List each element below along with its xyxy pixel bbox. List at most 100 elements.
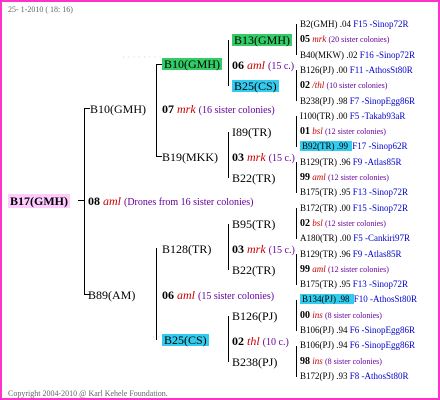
queen-i89[interactable]: I89(TR) [232,126,271,138]
queen-b25-cs[interactable]: B25(CS) [232,80,279,92]
ancestor-row[interactable]: B2(GMH) .04 F15 -Sinop72R [300,18,409,30]
note: (15 c.) [268,153,295,164]
lineage: F6 -SinopEgg86R [349,340,416,351]
connector [84,108,85,294]
b89-drone-info: 06 aml (15 sister colonies) [162,288,274,304]
ancestor-row[interactable]: 99 aml (12 sister colonies) [300,171,389,184]
marking: /thl [310,80,327,91]
marking: aml [177,288,195,302]
queen-b128[interactable]: B128(TR) [162,242,211,256]
ancestor-row[interactable]: B238(PJ) .98 F7 -SinopEgg86R [300,95,415,107]
ancestor-row[interactable]: B106(PJ) .94 F6 -SinopEgg86R [300,339,415,351]
queen-b10-gmh[interactable]: B10(GMH) [162,58,222,70]
ancestor-row[interactable]: 98 ins (8 sister colonies) [300,355,382,368]
note: (12 sister colonies) [328,264,389,274]
ancestor-row[interactable]: 02 /thl (10 sister colonies) [300,79,387,92]
marking: ins [310,309,326,320]
queen-id: B40(MKW) .02 [300,49,360,60]
note: (10 sister colonies) [326,81,388,91]
ancestor-row[interactable]: B40(MKW) .02 F16 -Sinop72R [300,49,415,61]
ancestor-row[interactable]: B92(TR) .99 F17 -Sinop62R [300,140,408,152]
queen-b10[interactable]: B10(GMH) [90,102,146,116]
connector [296,24,297,55]
generation: 03 [232,150,244,164]
ancestor-row[interactable]: B129(TR) .96 F9 -Atlas85R [300,248,402,260]
queen-b22-tr[interactable]: B22(TR) [232,264,275,276]
ancestor-row[interactable]: B126(PJ) .00 F11 -AthosSt80R [300,64,413,76]
ancestor-row[interactable]: A180(TR) .00 F5 -Cankiri97R [300,232,410,244]
generation: 01 [300,126,310,138]
connector [156,64,157,156]
lineage: F7 -SinopEgg86R [349,95,416,106]
generation: 06 [162,288,174,302]
root-queen[interactable]: B17(GMH) [8,194,70,208]
note: (Drones from 16 sister colonies) [124,197,254,208]
b19-drone-info: 03 mrk (15 c.) [232,150,295,166]
ancestor-row[interactable]: 05 mrk (20 sister colonies) [300,33,389,46]
ancestor-row[interactable]: 02 bsl (12 sister colonies) [300,217,386,230]
queen-b126[interactable]: B126(PJ) [232,310,277,322]
lineage: F15 -Sinop72R [353,19,409,29]
ancestor-row[interactable]: B172(TR) .00 F15 -Sinop72R [300,202,408,214]
lineage: F13 -Sinop72R [352,279,409,290]
queen-b95[interactable]: B95(TR) [232,218,275,230]
marking: thl [247,334,260,348]
queen-b13[interactable]: B13(GMH) [232,34,292,46]
generation: 03 [232,242,244,256]
generation: 99 [300,172,310,183]
lineage: F13 -Sinop72R [352,187,409,198]
lineage: F17 -Sinop62R [352,141,408,152]
marking: aml [247,58,265,72]
generation: 05 [300,34,310,46]
queen-id: B175(TR) .95 [300,187,353,198]
connector [228,40,229,86]
note: (16 sister colonies) [198,105,275,116]
ancestor-row[interactable]: B175(TR) .95 F13 -Sinop72R [300,278,408,290]
marking: aml [310,263,328,274]
connector [296,70,297,101]
ancestor-row[interactable]: I100(TR) .00 F5 -Takab93aR [300,110,405,122]
queen-b25[interactable]: B25(CS) [162,334,209,346]
note: (15 c.) [268,245,295,256]
ancestor-row[interactable]: B175(TR) .95 F13 -Sinop72R [300,186,408,198]
connector [228,132,229,178]
marking: mrk [177,102,196,116]
connector [296,254,297,285]
ancestor-row[interactable]: 99 aml (12 sister colonies) [300,263,389,276]
connector [296,162,297,193]
queen-b22[interactable]: B22(TR) [232,172,275,184]
timestamp: 25- 1-2010 ( 18: 16) [8,5,73,14]
ancestor-row[interactable]: 01 bsl (12 sister colonies) [300,125,386,138]
connector [296,346,297,377]
lineage: F5 -Takab93aR [349,110,406,121]
queen-id: B172(PJ) .93 [300,370,350,381]
marking: mrk [310,34,329,45]
generation: 02 [300,80,310,92]
lineage: F11 -AthosSt80R [349,64,413,75]
b128-drone-info: 03 mrk (15 c.) [232,242,295,258]
generation: 00 [300,309,310,321]
queen-b238[interactable]: B238(PJ) [232,356,277,368]
lineage: F15 -Sinop72R [352,202,409,213]
copyright: Copyright 2004-2010 @ Karl Kehele Founda… [8,389,168,398]
ancestor-row[interactable]: 00 ins (8 sister colonies) [300,309,382,322]
marking: bsl [310,217,326,228]
lineage: F9 -Atlas85R [352,156,402,167]
marking: bsl [310,126,326,137]
queen-b89[interactable]: B89(AM) [88,288,135,302]
connector [296,208,297,239]
queen-b19[interactable]: B19(MKK) [162,150,218,164]
ancestor-row[interactable]: B134(PJ) .98 F10 -AthosSt80R [300,293,417,305]
queen-id: B129(TR) .96 [300,156,353,167]
ancestor-row[interactable]: B106(PJ) .94 F6 -SinopEgg86R [300,324,415,336]
ancestor-row[interactable]: B172(PJ) .93 F8 -AthosSt80R [300,370,409,382]
root-drone-info: 08 aml (Drones from 16 sister colonies) [88,194,253,210]
queen-id: B134(PJ) .98 [300,294,354,305]
queen-id: B175(TR) .95 [300,279,353,290]
note: (20 sister colonies) [328,35,390,45]
queen-id: B2(GMH) .04 [300,19,354,29]
note: (15 sister colonies) [198,291,275,302]
ancestor-row[interactable]: B129(TR) .96 F9 -Atlas85R [300,156,402,168]
lineage: F6 -SinopEgg86R [349,325,416,335]
connector [296,300,297,331]
